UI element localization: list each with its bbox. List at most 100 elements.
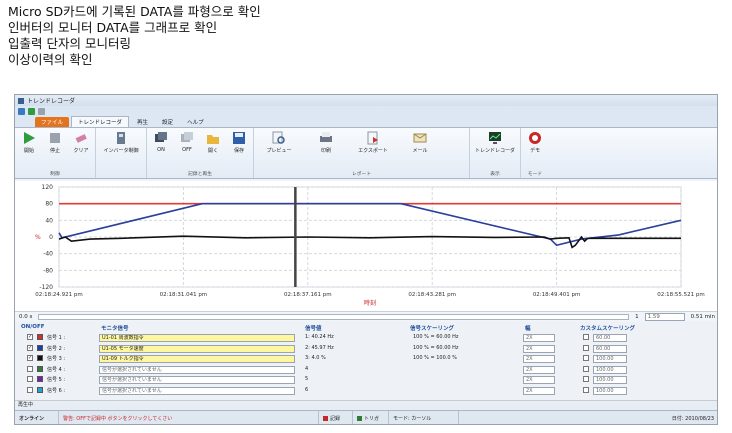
mail-label: メール xyxy=(412,148,428,154)
header-width: 幅 xyxy=(525,326,531,332)
signal-scaling: 100 % = 60.00 Hz xyxy=(413,344,459,351)
signal-color-swatch[interactable] xyxy=(37,376,43,382)
mail-button[interactable]: メール xyxy=(409,130,431,170)
save-icon[interactable] xyxy=(18,107,25,115)
play-icon[interactable] xyxy=(28,107,35,115)
width-select[interactable]: 2X xyxy=(523,386,555,395)
custom-scaling-checkbox[interactable] xyxy=(583,376,589,382)
custom-scaling-checkbox[interactable] xyxy=(583,344,589,351)
monitor-signal-select[interactable]: U1-05 モータ速度 xyxy=(99,344,295,353)
y-tick-label: 80 xyxy=(45,201,53,208)
monitor-signal-select[interactable]: 信号が選択されていません xyxy=(99,365,295,374)
start-button[interactable]: 開始 xyxy=(18,130,40,170)
monitor-signal-select[interactable]: U1-01 周波数指令 xyxy=(99,334,295,342)
eraser-icon xyxy=(74,130,89,145)
playback-drawer[interactable]: 再生中 xyxy=(15,400,717,410)
export-icon xyxy=(366,130,381,145)
signal-color-swatch[interactable] xyxy=(37,334,43,340)
width-select[interactable]: 2X xyxy=(523,376,555,384)
ribbon-group-inverter: インバータ制御 xyxy=(96,128,147,178)
time-left-value: 0.0 s xyxy=(19,313,33,320)
custom-scaling-input[interactable]: 100.00 xyxy=(593,376,627,384)
signal-checkbox[interactable]: ✓ xyxy=(27,344,33,351)
custom-scaling-checkbox[interactable] xyxy=(583,365,589,372)
tab-playback[interactable]: 再生 xyxy=(131,117,154,127)
signal-scaling: 100 % = 60.00 Hz xyxy=(413,334,459,340)
time-scroll-track[interactable] xyxy=(38,313,630,320)
stop-icon xyxy=(48,130,63,145)
signal-color-swatch[interactable] xyxy=(37,355,43,361)
x-axis-label: 時刻 xyxy=(364,299,376,307)
start-label: 開始 xyxy=(23,148,34,154)
signal-value: 6 xyxy=(305,386,309,393)
trend-recorder-view-button[interactable]: トレンドレコーダ xyxy=(473,130,517,170)
signal-value: 3: 4.0 % xyxy=(305,355,326,361)
clear-button[interactable]: クリア xyxy=(70,130,92,170)
signal-color-swatch[interactable] xyxy=(37,344,43,351)
signal-row: ✓ 信号 2 : U1-05 モータ速度 2: 45.97 Hz 100 % = 60.… xyxy=(15,344,717,354)
rate-value: 0.51 min xyxy=(690,313,715,320)
tab-help[interactable]: ヘルプ xyxy=(181,117,210,127)
signal-name: 信号 1 : xyxy=(47,335,66,341)
monitor-signal-select[interactable]: 信号が選択されていません xyxy=(99,376,295,384)
header-monitor: モニタ信号 xyxy=(101,326,129,332)
stop-button[interactable]: 停止 xyxy=(44,130,66,170)
width-select[interactable]: 2X xyxy=(523,355,555,363)
trend-chart-svg: 120 80 40 0 -40 -80 -120% 02:18:24.921 pm 02:18:… xyxy=(35,184,705,307)
monitor-signal-select[interactable]: 信号が選択されていません xyxy=(99,386,295,395)
demo-icon xyxy=(528,130,543,145)
record-off-button[interactable]: OFF xyxy=(176,130,198,170)
custom-scaling-checkbox[interactable] xyxy=(583,386,589,393)
tab-settings[interactable]: 設定 xyxy=(156,117,179,127)
monitor-signal-select[interactable]: U1-09 トルク指令 xyxy=(99,355,295,363)
trend-recorder-window: トレンドレコーダ ファイル トレンドレコーダ 再生 設定 ヘルプ 開始 停止 ク… xyxy=(14,94,718,425)
preview-button[interactable]: プレビュー xyxy=(257,130,301,170)
status-bar: オンライン 警告: OFFで記録中 ボタンをクリックしてくさい 記録 トリガ モ… xyxy=(15,410,717,424)
rec-indicator: 記録 xyxy=(319,411,353,424)
inverter-icon xyxy=(114,130,129,145)
custom-scaling-input[interactable]: 60.00 xyxy=(593,334,627,342)
signal-row: 信号 4 : 信号が選択されていません 4 2X 100.00 xyxy=(15,365,717,375)
custom-scaling-input[interactable]: 100.00 xyxy=(593,365,627,374)
print-button[interactable]: 印刷 xyxy=(315,130,337,170)
signal-checkbox[interactable] xyxy=(27,376,33,382)
zoom-select[interactable]: 1.59 xyxy=(644,312,685,321)
signal-checkbox[interactable] xyxy=(27,365,33,372)
signal-value: 2: 45.97 Hz xyxy=(305,344,334,351)
group-label: 制御 xyxy=(50,172,60,177)
ribbon-group-mode: デモ モード xyxy=(521,128,549,178)
custom-scaling-checkbox[interactable] xyxy=(583,355,589,361)
signal-value: 1: 40.24 Hz xyxy=(305,334,334,340)
demo-button[interactable]: デモ xyxy=(524,130,546,170)
signal-color-swatch[interactable] xyxy=(37,365,43,372)
ribbon-tabs: ファイル トレンドレコーダ 再生 設定 ヘルプ xyxy=(15,116,717,127)
width-select[interactable]: 2X xyxy=(523,344,555,353)
trip-icon xyxy=(357,415,362,421)
width-select[interactable]: 2X xyxy=(523,365,555,374)
signal-checkbox[interactable]: ✓ xyxy=(27,334,33,340)
custom-scaling-input[interactable]: 100.00 xyxy=(593,386,627,395)
custom-scaling-input[interactable]: 60.00 xyxy=(593,344,627,353)
signal-value: 5 xyxy=(305,376,309,382)
custom-scaling-checkbox[interactable] xyxy=(583,334,589,340)
trend-chart[interactable]: 120 80 40 0 -40 -80 -120% 02:18:24.921 pm 02:18:… xyxy=(15,181,717,321)
export-button[interactable]: エクスポート xyxy=(351,130,395,170)
signal-checkbox[interactable] xyxy=(27,386,33,393)
inverter-control-button[interactable]: インバータ制御 xyxy=(99,130,143,170)
custom-scaling-input[interactable]: 100.00 xyxy=(593,355,627,363)
drawer-label: 再生中 xyxy=(18,402,34,408)
time-scroll-bar: 0.0 s 1 1.59 0.51 min xyxy=(15,311,717,321)
tab-trend-recorder[interactable]: トレンドレコーダ xyxy=(71,116,130,127)
y-tick-label: -80 xyxy=(43,267,53,274)
open-button[interactable]: 開く xyxy=(202,130,224,170)
signal-checkbox[interactable]: ✓ xyxy=(27,355,33,361)
stop-label: 停止 xyxy=(49,148,60,154)
save-button[interactable]: 保存 xyxy=(228,130,250,170)
clear-label: クリア xyxy=(73,148,89,154)
stop-icon[interactable] xyxy=(38,107,45,115)
width-select[interactable]: 2X xyxy=(523,334,555,342)
record-on-button[interactable]: ON xyxy=(150,130,172,170)
x-tick-label: 02:18:31.041 pm xyxy=(160,292,208,298)
tab-file[interactable]: ファイル xyxy=(35,117,70,127)
signal-color-swatch[interactable] xyxy=(37,386,43,393)
